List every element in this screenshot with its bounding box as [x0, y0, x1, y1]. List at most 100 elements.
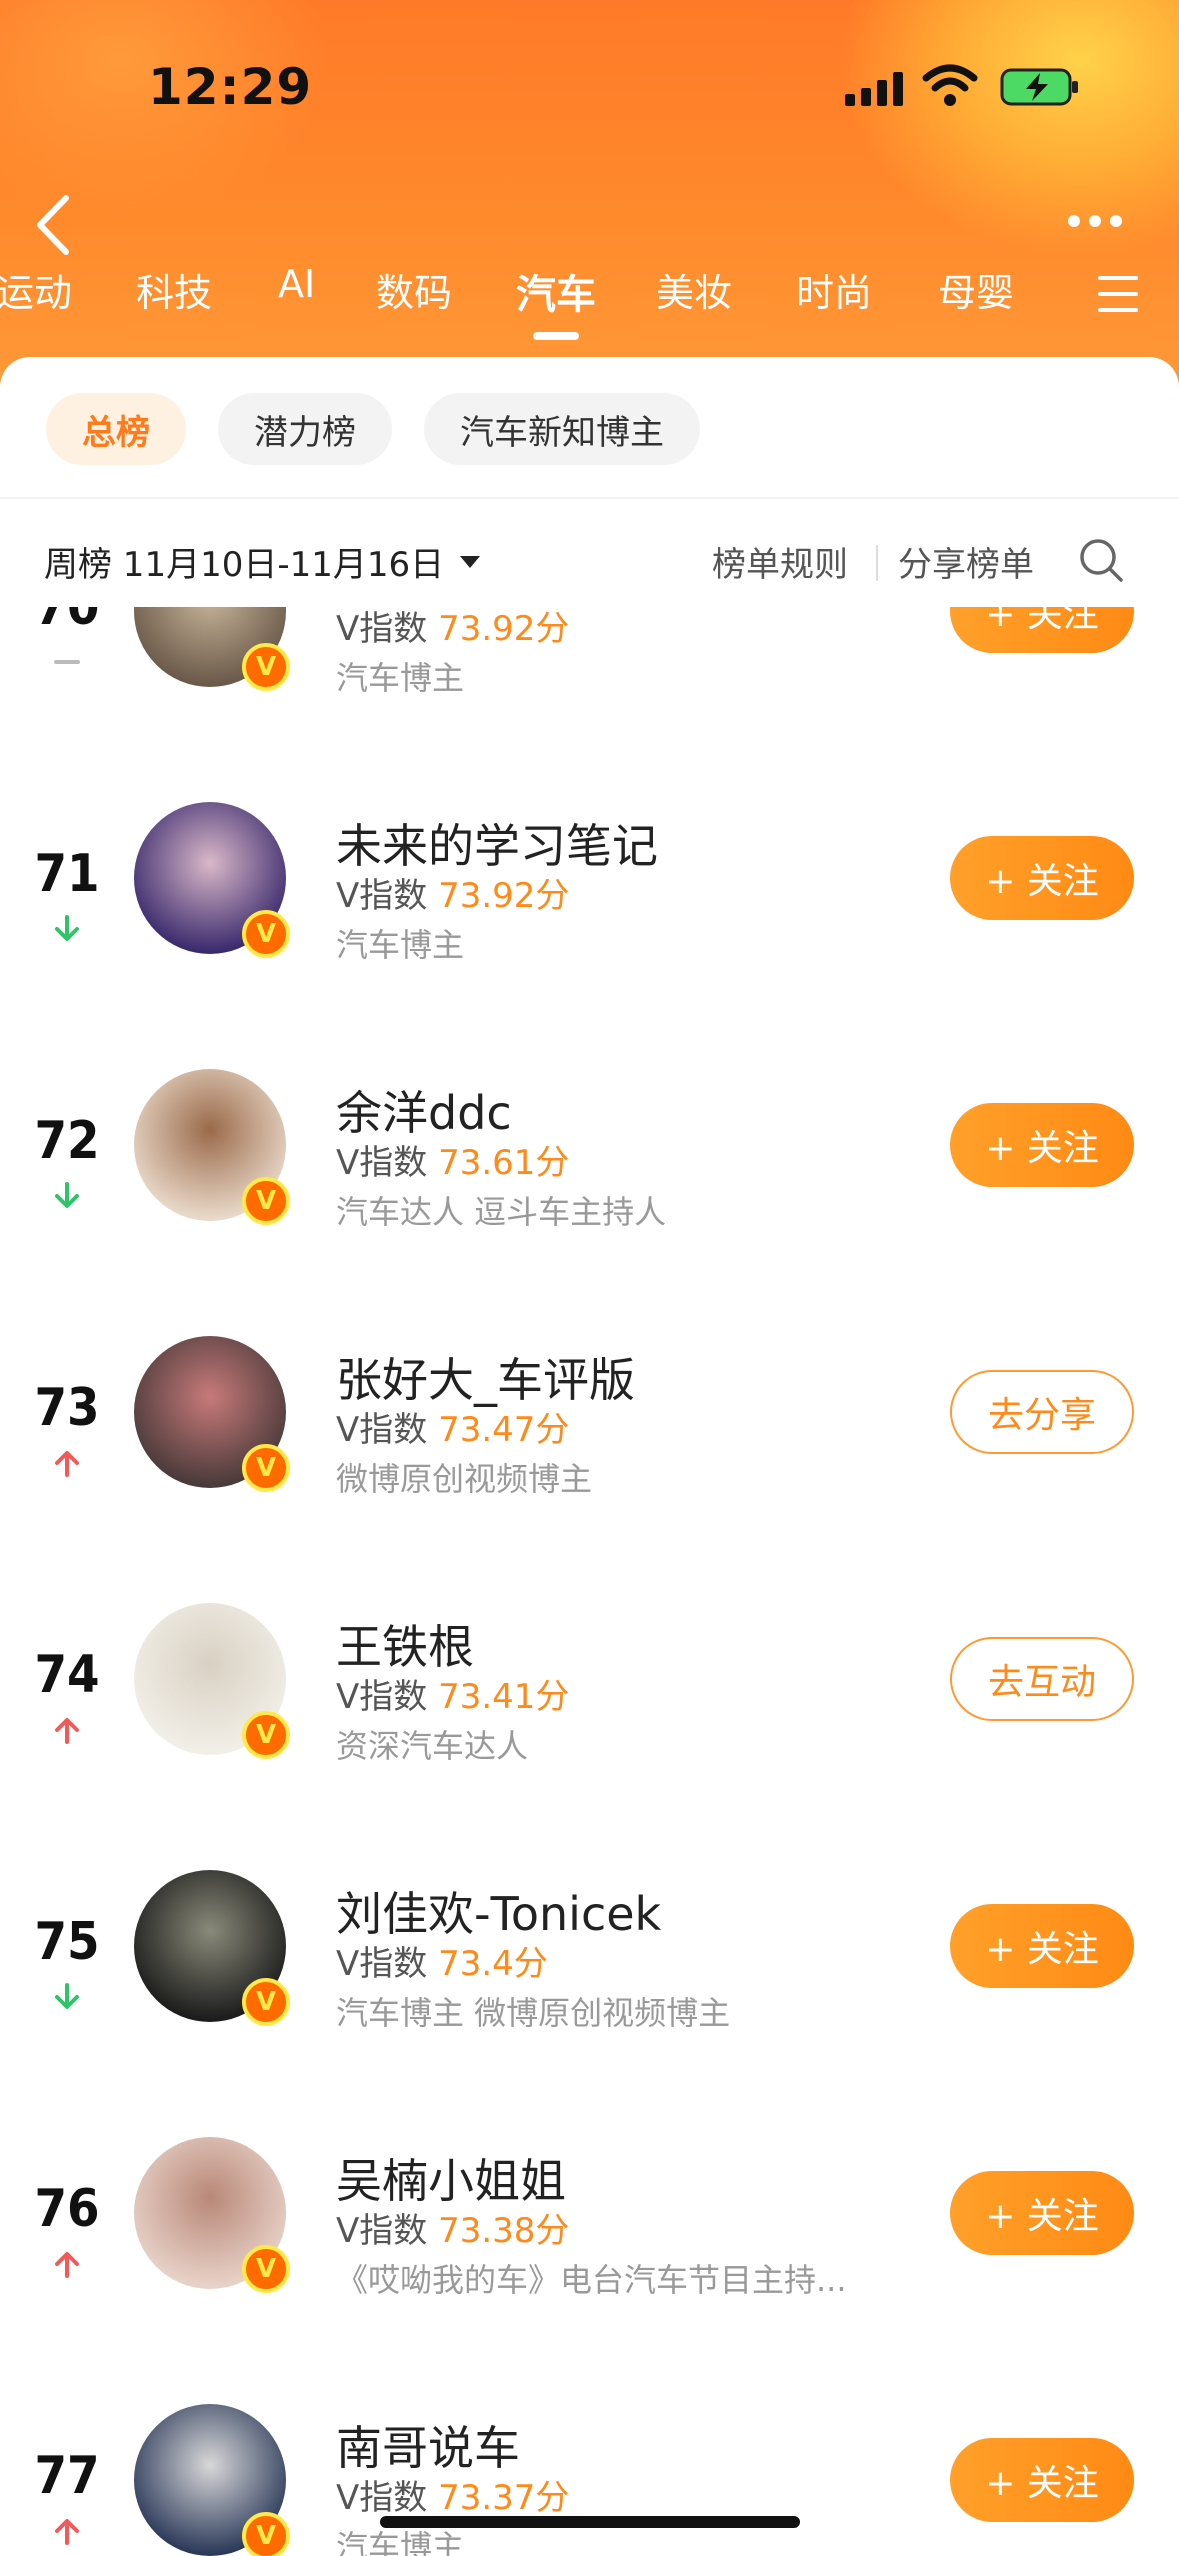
follow-button[interactable]: + 关注	[950, 607, 1134, 653]
toolbar: 周榜 11月10日-11月16日 榜单规则 分享榜单	[0, 537, 1179, 607]
tab-beauty[interactable]: 美妆	[656, 262, 732, 317]
tab-tech[interactable]: 科技	[136, 262, 212, 317]
verified-v-badge-icon: V	[242, 1444, 290, 1492]
cellular-signal-icon	[845, 70, 903, 106]
status-bar: 12:29	[0, 0, 1179, 160]
period-label: 周榜 11月10日-11月16日	[44, 545, 445, 585]
user-name[interactable]: 张好大_车评版	[336, 1344, 635, 1410]
v-index-label: V指数	[336, 1410, 428, 1450]
user-description: 汽车博主	[336, 659, 465, 697]
user-name[interactable]: 吴楠小姐姐	[336, 2145, 566, 2211]
status-time: 12:29	[148, 58, 313, 116]
battery-charging-icon	[1000, 68, 1078, 106]
v-index: V指数 73.92分	[336, 868, 569, 917]
follow-button[interactable]: + 关注	[950, 836, 1134, 920]
user-name[interactable]: 未来的学习笔记	[336, 810, 658, 876]
rank-number: 76	[34, 2179, 100, 2239]
tab-digital[interactable]: 数码	[376, 262, 452, 317]
action-button[interactable]: 去互动	[950, 1637, 1134, 1721]
ranking-row[interactable]: 70 V V指数 73.92分 汽车博主 + 关注	[0, 607, 1179, 745]
v-index-score: 73.47分	[438, 1410, 570, 1450]
tab-ai[interactable]: AI	[278, 262, 315, 306]
user-name[interactable]: 南哥说车	[336, 2412, 520, 2478]
verified-v-badge-icon: V	[242, 910, 290, 958]
v-index-score: 73.61分	[438, 1143, 570, 1183]
period-selector[interactable]: 周榜 11月10日-11月16日	[44, 537, 481, 586]
ranking-row[interactable]: 74 V 王铁根 V指数 73.41分资深汽车达人 去互动	[0, 1545, 1179, 1813]
search-icon[interactable]	[1078, 537, 1124, 583]
rank-down-arrow-icon	[55, 1182, 79, 1208]
rank-number: 73	[34, 1378, 100, 1438]
rank-number: 70	[34, 607, 100, 637]
home-indicator	[380, 2516, 800, 2528]
v-index: V指数 73.41分	[336, 1669, 569, 1718]
v-index: V指数 73.38分	[336, 2203, 569, 2252]
ranking-row[interactable]: 71 V 未来的学习笔记 V指数 73.92分 汽车博主 + 关注	[0, 744, 1179, 1012]
v-index-score: 73.38分	[438, 2211, 570, 2251]
ranking-row[interactable]: 75 V 刘佳欢-Tonicek V指数 73.4分汽车博主 微博原创视频博主 + 关注	[0, 1812, 1179, 2080]
v-index-label: V指数	[336, 609, 428, 649]
ranking-sheet: 总榜 潜力榜 汽车新知博主 周榜 11月10日-11月16日 榜单规则 分享榜单…	[0, 357, 1179, 2556]
chip-potential[interactable]: 潜力榜	[218, 393, 392, 465]
user-name[interactable]: 王铁根	[336, 1611, 474, 1677]
rank-number: 74	[34, 1645, 100, 1705]
tab-parenting[interactable]: 母婴	[938, 262, 1014, 317]
verified-v-badge-icon: V	[242, 2512, 290, 2556]
v-index-label: V指数	[336, 2478, 428, 2518]
verified-v-badge-icon: V	[242, 1711, 290, 1759]
v-index: V指数 73.37分	[336, 2470, 569, 2519]
tab-sports[interactable]: 运动	[0, 262, 72, 317]
back-chevron-icon[interactable]	[28, 190, 78, 260]
user-name[interactable]: 余洋ddc	[336, 1077, 512, 1143]
v-index: V指数 73.61分	[336, 1135, 569, 1184]
divider	[876, 545, 878, 581]
v-index-score: 73.37分	[438, 2478, 570, 2518]
active-tab-indicator	[533, 332, 579, 340]
follow-button[interactable]: + 关注	[950, 2171, 1134, 2255]
ranking-type-chips: 总榜 潜力榜 汽车新知博主	[46, 393, 700, 465]
v-index: V指数 73.92分	[336, 607, 569, 650]
divider	[0, 497, 1179, 499]
rank-up-arrow-icon	[55, 1451, 79, 1477]
tab-auto[interactable]: 汽车	[516, 262, 596, 320]
v-index: V指数 73.47分	[336, 1402, 569, 1451]
v-index-score: 73.41分	[438, 1677, 570, 1717]
rank-up-arrow-icon	[55, 1718, 79, 1744]
user-description: 资深汽车达人	[336, 1727, 529, 1765]
verified-v-badge-icon: V	[242, 1177, 290, 1225]
ranking-row[interactable]: 76 V 吴楠小姐姐 V指数 73.38分 《哎呦我的车》电台汽车节目主持... + 关注	[0, 2079, 1179, 2347]
v-index-score: 73.4分	[438, 1944, 548, 1984]
v-index-label: V指数	[336, 1677, 428, 1717]
rank-down-arrow-icon	[55, 915, 79, 941]
v-index-label: V指数	[336, 1143, 428, 1183]
rank-number: 75	[34, 1912, 100, 1972]
more-options-icon[interactable]	[1068, 215, 1122, 227]
ranking-row[interactable]: 73 V 张好大_车评版 V指数 73.47分 微博原创视频博主 去分享	[0, 1278, 1179, 1546]
chip-overall[interactable]: 总榜	[46, 393, 186, 465]
menu-icon[interactable]	[1098, 276, 1138, 312]
v-index-score: 73.92分	[438, 609, 570, 649]
share-ranking-link[interactable]: 分享榜单	[898, 537, 1034, 586]
rank-up-arrow-icon	[55, 2519, 79, 2545]
verified-v-badge-icon: V	[242, 1978, 290, 2026]
rank-number: 71	[34, 844, 100, 904]
user-description: 《哎呦我的车》电台汽车节目主持...	[336, 2261, 847, 2299]
follow-button[interactable]: + 关注	[950, 1103, 1134, 1187]
follow-button[interactable]: + 关注	[950, 1904, 1134, 1988]
tab-fashion[interactable]: 时尚	[796, 262, 872, 317]
ranking-row[interactable]: 72 V 余洋ddc V指数 73.61分 汽车达人 逗斗车主持人 + 关注	[0, 1011, 1179, 1279]
rules-link[interactable]: 榜单规则	[712, 537, 848, 586]
rank-unchanged-icon	[54, 660, 80, 664]
user-description: 汽车博主 微博原创视频博主	[336, 1994, 731, 2032]
v-index-score: 73.92分	[438, 876, 570, 916]
v-index-label: V指数	[336, 1944, 428, 1984]
rank-up-arrow-icon	[55, 2252, 79, 2278]
user-name[interactable]: 刘佳欢-Tonicek	[336, 1878, 661, 1944]
action-button[interactable]: 去分享	[950, 1370, 1134, 1454]
rank-down-arrow-icon	[55, 1983, 79, 2009]
chip-auto-knowledge[interactable]: 汽车新知博主	[424, 393, 700, 465]
follow-button[interactable]: + 关注	[950, 2438, 1134, 2522]
v-index-label: V指数	[336, 2211, 428, 2251]
category-tabs: 运动 科技 AI 数码 汽车 美妆 时尚 母婴	[0, 262, 1179, 342]
v-index: V指数 73.4分	[336, 1936, 548, 1985]
